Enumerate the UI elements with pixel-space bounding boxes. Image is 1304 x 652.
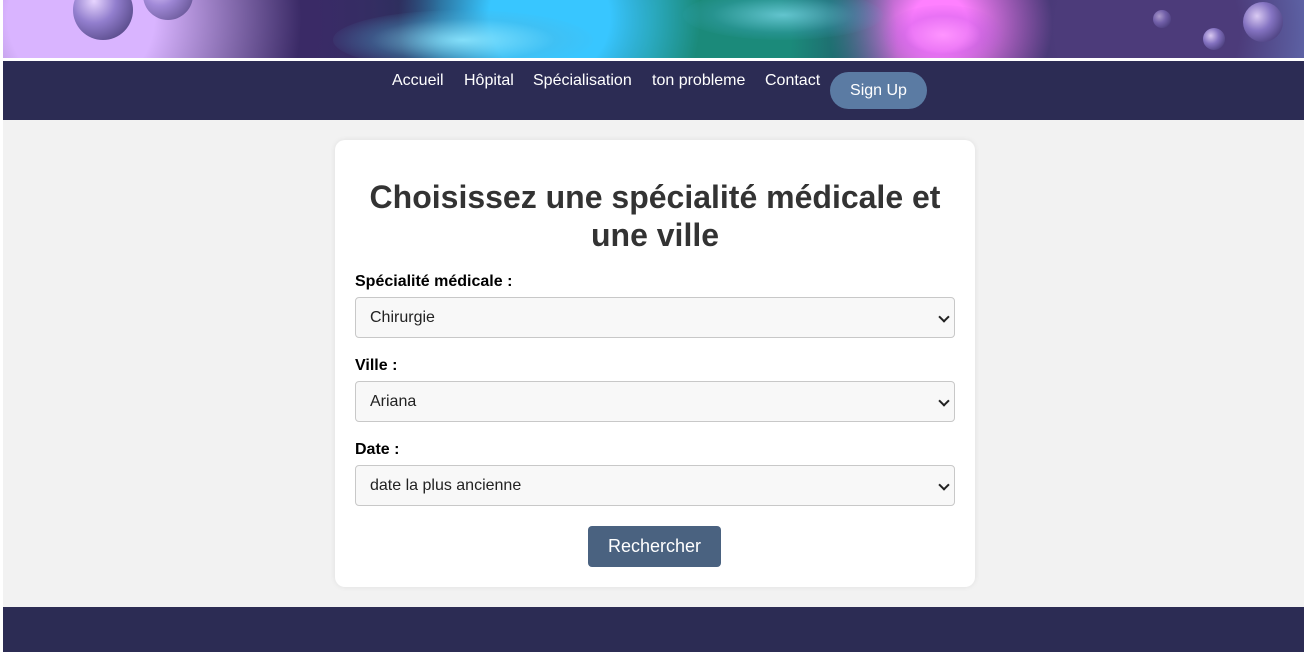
page: Accueil Hôpital Spécialisation ton probl… (3, 0, 1304, 652)
city-select[interactable]: Ariana (355, 381, 955, 422)
chevron-down-icon (938, 479, 950, 491)
nav-link-ton-probleme[interactable]: ton probleme (652, 72, 745, 90)
nav-link-specialisation[interactable]: Spécialisation (533, 72, 632, 90)
footer (3, 607, 1304, 652)
city-label: Ville : (355, 357, 398, 374)
search-form-card: Choisissez une spécialité médicale et un… (335, 140, 975, 587)
date-label: Date : (355, 441, 400, 458)
specialty-select-value: Chirurgie (370, 309, 435, 326)
chevron-down-icon (938, 395, 950, 407)
search-button[interactable]: Rechercher (588, 526, 721, 567)
date-select-value: date la plus ancienne (370, 477, 522, 494)
chevron-down-icon (938, 311, 950, 323)
date-select[interactable]: date la plus ancienne (355, 465, 955, 506)
specialty-select[interactable]: Chirurgie (355, 297, 955, 338)
nav-link-accueil[interactable]: Accueil (392, 72, 444, 90)
specialty-label: Spécialité médicale : (355, 273, 513, 290)
navbar: Accueil Hôpital Spécialisation ton probl… (3, 61, 1304, 120)
header-banner-image (3, 0, 1304, 58)
signup-button[interactable]: Sign Up (830, 72, 927, 109)
form-title: Choisissez une spécialité médicale et un… (369, 179, 941, 253)
city-select-value: Ariana (370, 393, 417, 410)
nav-link-hopital[interactable]: Hôpital (464, 72, 514, 90)
nav-link-contact[interactable]: Contact (765, 72, 820, 90)
